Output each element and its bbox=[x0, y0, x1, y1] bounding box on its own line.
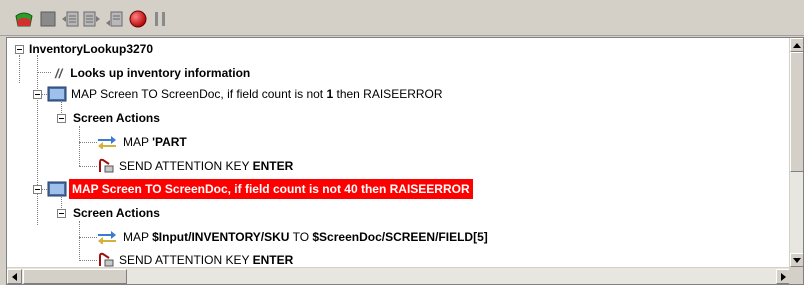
breakpoint-button[interactable] bbox=[128, 9, 148, 29]
step-into-icon bbox=[62, 11, 79, 27]
tree-node-send-attention-1[interactable]: SEND ATTENTION KEY ENTER bbox=[97, 155, 295, 177]
send-key-icon bbox=[99, 158, 114, 173]
scroll-down-button[interactable] bbox=[790, 253, 803, 267]
tree-connector bbox=[79, 142, 97, 143]
step-out-button[interactable] bbox=[104, 9, 124, 29]
root-label: InventoryLookup3270 bbox=[29, 42, 154, 56]
send-key-icon bbox=[99, 252, 114, 267]
breakpoint-icon bbox=[129, 10, 147, 28]
send-attention-2-label: SEND ATTENTION KEY ENTER bbox=[119, 253, 294, 267]
tree-connector bbox=[79, 260, 97, 261]
tree-node-comment[interactable]: // Looks up inventory information bbox=[55, 62, 252, 84]
arrow-up-icon bbox=[793, 42, 801, 48]
map-arrow-icon bbox=[98, 231, 116, 244]
tree-node-root[interactable]: InventoryLookup3270 bbox=[27, 38, 155, 60]
collapse-toggle[interactable] bbox=[33, 185, 42, 194]
run-map-icon bbox=[15, 12, 33, 27]
map-part-label: MAP 'PART bbox=[123, 135, 187, 149]
toolbar bbox=[0, 0, 804, 36]
vertical-scrollbar[interactable] bbox=[789, 38, 803, 267]
comment-icon: // bbox=[55, 65, 63, 81]
step-over-button[interactable] bbox=[82, 9, 102, 29]
tree-node-screen-actions-2[interactable]: Screen Actions bbox=[71, 202, 162, 224]
tree-connector bbox=[37, 55, 38, 225]
pause-icon bbox=[155, 12, 165, 26]
pause-button[interactable] bbox=[150, 9, 170, 29]
tree-connector bbox=[79, 126, 80, 166]
vertical-scroll-thumb[interactable] bbox=[790, 52, 803, 172]
arrow-left-icon bbox=[12, 272, 17, 281]
tree-connector bbox=[79, 166, 97, 167]
screen-actions-2-label: Screen Actions bbox=[73, 206, 160, 220]
scroll-left-button[interactable] bbox=[7, 269, 22, 284]
map-sku-label: MAP $Input/INVENTORY/SKU TO $ScreenDoc/S… bbox=[123, 230, 488, 244]
run-map-button[interactable] bbox=[14, 9, 34, 29]
tree-node-map-screen-2[interactable]: MAP Screen TO ScreenDoc, if field count … bbox=[47, 178, 473, 200]
tree-node-map-screen-1[interactable]: MAP Screen TO ScreenDoc, if field count … bbox=[47, 83, 445, 105]
map-arrow-icon bbox=[98, 136, 116, 149]
screen-icon bbox=[47, 86, 67, 102]
collapse-toggle[interactable] bbox=[57, 114, 66, 123]
horizontal-scroll-thumb[interactable] bbox=[23, 269, 127, 284]
comment-label: Looks up inventory information bbox=[70, 66, 251, 80]
step-out-icon bbox=[106, 11, 123, 27]
stop-button[interactable] bbox=[38, 9, 58, 29]
collapse-toggle[interactable] bbox=[33, 90, 42, 99]
screen-actions-1-label: Screen Actions bbox=[73, 111, 160, 125]
tree-connector bbox=[79, 221, 80, 261]
scroll-up-button[interactable] bbox=[790, 38, 803, 52]
tree-connector bbox=[19, 55, 20, 83]
horizontal-scrollbar[interactable] bbox=[7, 267, 791, 284]
collapse-toggle[interactable] bbox=[57, 209, 66, 218]
tree-node-screen-actions-1[interactable]: Screen Actions bbox=[71, 107, 162, 129]
flow-tree[interactable]: InventoryLookup3270 // Looks up inventor… bbox=[6, 37, 804, 285]
step-into-button[interactable] bbox=[60, 9, 80, 29]
arrow-right-icon bbox=[781, 272, 786, 281]
tree-node-map-part[interactable]: MAP 'PART bbox=[97, 131, 189, 153]
map-screen-1-label: MAP Screen TO ScreenDoc, if field count … bbox=[71, 87, 443, 101]
collapse-toggle[interactable] bbox=[15, 45, 24, 54]
tree-connector bbox=[37, 72, 51, 73]
step-over-icon bbox=[83, 11, 100, 27]
tree-node-map-sku[interactable]: MAP $Input/INVENTORY/SKU TO $ScreenDoc/S… bbox=[97, 226, 490, 248]
screen-icon bbox=[47, 181, 67, 197]
send-attention-1-label: SEND ATTENTION KEY ENTER bbox=[119, 159, 294, 173]
tree-connector bbox=[79, 237, 97, 238]
scrollbar-corner bbox=[789, 267, 803, 284]
arrow-down-icon bbox=[793, 257, 801, 263]
map-screen-2-label: MAP Screen TO ScreenDoc, if field count … bbox=[69, 179, 473, 199]
stop-icon bbox=[40, 11, 56, 27]
